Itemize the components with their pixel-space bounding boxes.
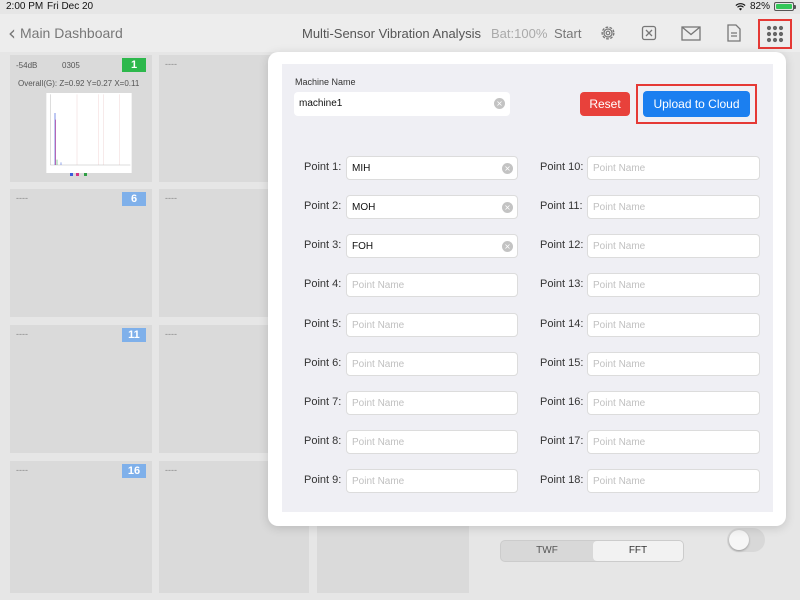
back-button[interactable]: ‹ Main Dashboard <box>8 21 123 45</box>
wifi-icon <box>735 2 746 11</box>
point-label: Point 12: <box>540 239 584 251</box>
point-name-input[interactable]: Point Name <box>587 352 760 376</box>
status-date: Fri Dec 20 <box>47 1 94 12</box>
sensor-tile-16[interactable]: ---- 16 <box>10 461 152 593</box>
close-box-icon <box>641 25 657 41</box>
point-row: Point 16: Point Name <box>282 391 773 415</box>
battery-status-text: Bat:100% <box>491 26 548 41</box>
point-name-input[interactable]: Point Name <box>587 430 760 454</box>
point-label: Point 18: <box>540 474 584 486</box>
point-name-input[interactable]: Point Name <box>587 469 760 493</box>
point-label: Point 17: <box>540 435 584 447</box>
point-row: Point 15: Point Name <box>282 352 773 376</box>
point-name-input[interactable]: Point Name <box>587 234 760 258</box>
point-name-placeholder: Point Name <box>593 280 646 291</box>
machine-name-label: Machine Name <box>295 77 356 87</box>
points-grid-button[interactable] <box>758 19 792 49</box>
tile-legend <box>70 173 100 177</box>
battery-icon <box>774 2 796 11</box>
point-name-placeholder: Point Name <box>593 202 646 213</box>
status-bar: 2:00 PM Fri Dec 20 82% <box>0 0 800 14</box>
sensor-tile-11[interactable]: ---- 11 <box>10 325 152 453</box>
tile-number-badge: 6 <box>122 192 146 206</box>
machine-name-input[interactable]: machine1 × <box>294 92 510 116</box>
upload-highlight: Upload to Cloud <box>636 84 757 124</box>
grid-dots-icon <box>766 25 784 43</box>
battery-percent: 82% <box>749 1 770 12</box>
tile-code: 0305 <box>62 61 80 70</box>
point-row: Point 17: Point Name <box>282 430 773 454</box>
point-name-placeholder: Point Name <box>593 437 646 448</box>
tile-placeholder: ---- <box>16 465 28 475</box>
point-row: Point 14: Point Name <box>282 313 773 337</box>
tile-number-badge: 1 <box>122 58 146 72</box>
point-label: Point 14: <box>540 318 584 330</box>
tile-placeholder: ---- <box>165 193 177 203</box>
back-label: Main Dashboard <box>20 25 123 41</box>
tile-overall-readout: Overall(G): Z=0.92 Y=0.27 X=0.11 <box>18 79 140 88</box>
page-title: Multi-Sensor Vibration Analysis <box>302 26 481 41</box>
point-name-placeholder: Point Name <box>593 163 646 174</box>
point-row: Point 12: Point Name <box>282 234 773 258</box>
point-row: Point 10: Point Name <box>282 156 773 180</box>
machine-points-popover: Machine Name machine1 × Reset Upload to … <box>268 52 786 526</box>
status-right: 82% <box>735 1 796 12</box>
machine-name-value: machine1 <box>299 98 343 109</box>
point-label: Point 13: <box>540 278 584 290</box>
point-label: Point 10: <box>540 161 584 173</box>
upload-to-cloud-button[interactable]: Upload to Cloud <box>643 91 750 117</box>
tile-placeholder: ---- <box>165 329 177 339</box>
mail-icon <box>681 25 701 41</box>
tile-number-badge: 16 <box>122 464 146 478</box>
point-name-input[interactable]: Point Name <box>587 156 760 180</box>
toggle-switch[interactable] <box>727 528 765 552</box>
point-name-placeholder: Point Name <box>593 359 646 370</box>
popover-content: Machine Name machine1 × Reset Upload to … <box>282 64 773 512</box>
segment-fft[interactable]: FFT <box>593 541 683 561</box>
point-name-input[interactable]: Point Name <box>587 313 760 337</box>
tile-number-badge: 11 <box>122 328 146 342</box>
point-name-input[interactable]: Point Name <box>587 195 760 219</box>
view-mode-segmented-control: TWF FFT <box>500 540 684 562</box>
point-name-placeholder: Point Name <box>593 398 646 409</box>
gear-icon <box>601 26 615 40</box>
tile-placeholder: ---- <box>16 329 28 339</box>
tile-placeholder: ---- <box>165 465 177 475</box>
email-button[interactable] <box>680 22 702 44</box>
document-icon <box>727 24 741 42</box>
point-row: Point 13: Point Name <box>282 273 773 297</box>
tile-placeholder: ---- <box>16 193 28 203</box>
point-row: Point 18: Point Name <box>282 469 773 493</box>
sensor-tile-1[interactable]: -54dB 0305 1 Overall(G): Z=0.92 Y=0.27 X… <box>10 55 152 182</box>
settings-button[interactable] <box>597 22 619 44</box>
point-label: Point 16: <box>540 396 584 408</box>
reset-button[interactable]: Reset <box>580 92 630 116</box>
sensor-tile-6[interactable]: ---- 6 <box>10 189 152 317</box>
point-name-placeholder: Point Name <box>593 476 646 487</box>
tile-db-level: -54dB <box>16 61 38 70</box>
tile-placeholder: ---- <box>165 59 177 69</box>
point-name-placeholder: Point Name <box>593 320 646 331</box>
sensor-tile-18[interactable] <box>317 522 469 593</box>
report-button[interactable] <box>723 22 745 44</box>
point-name-placeholder: Point Name <box>593 241 646 252</box>
point-row: Point 11: Point Name <box>282 195 773 219</box>
nav-bar: ‹ Main Dashboard Multi-Sensor Vibration … <box>0 14 800 52</box>
segment-twf[interactable]: TWF <box>502 541 592 561</box>
tile-spectrum-thumbnail <box>46 93 132 173</box>
point-name-input[interactable]: Point Name <box>587 273 760 297</box>
point-label: Point 11: <box>540 200 583 212</box>
clear-icon[interactable]: × <box>494 98 505 109</box>
point-name-input[interactable]: Point Name <box>587 391 760 415</box>
point-label: Point 15: <box>540 357 584 369</box>
status-time: 2:00 PM <box>6 1 44 12</box>
chevron-left-icon: ‹ <box>8 21 16 45</box>
close-data-button[interactable] <box>638 22 660 44</box>
start-button[interactable]: Start <box>554 26 581 41</box>
